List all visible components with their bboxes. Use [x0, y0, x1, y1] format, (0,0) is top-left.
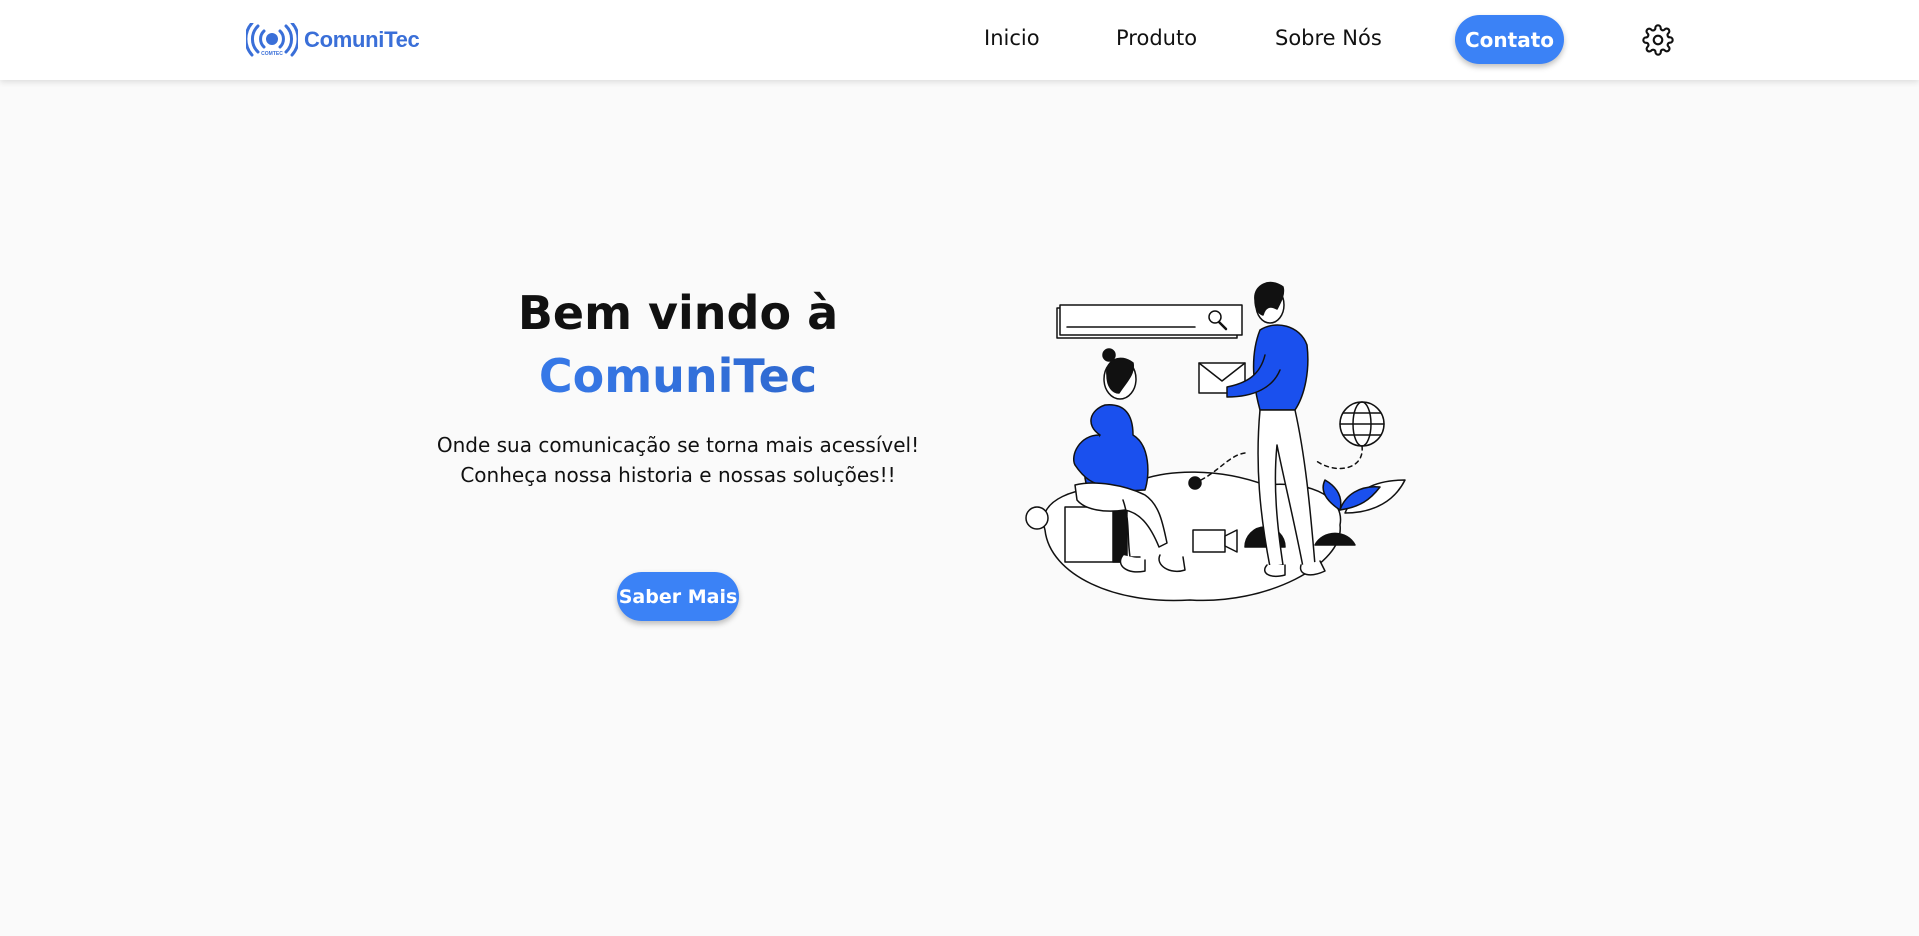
hero-title-brand: ComuniTec [378, 349, 978, 403]
logo-text: ComuniTec [304, 27, 420, 52]
hero-title-line1: Bem vindo à [517, 286, 839, 340]
contact-button[interactable]: Contato [1455, 15, 1564, 64]
nav-link-inicio[interactable]: Inicio [984, 26, 1040, 50]
broadcast-icon: COMTEC [246, 23, 298, 57]
hero-subtitle-line1: Onde sua comunicação se torna mais acess… [436, 433, 920, 457]
gear-icon[interactable] [1642, 24, 1674, 56]
nav-link-sobre-nos[interactable]: Sobre Nós [1275, 26, 1382, 50]
logo-link[interactable]: COMTEC ComuniTec [246, 20, 420, 60]
logo-mark-text: COMTEC [261, 51, 283, 57]
hero-subtitle-line2: Conheça nossa historia e nossas soluções… [460, 463, 896, 487]
hero-illustration [1025, 281, 1406, 602]
nav-link-produto[interactable]: Produto [1116, 26, 1197, 50]
saber-mais-button[interactable]: Saber Mais [617, 572, 739, 621]
navbar: COMTEC ComuniTec Inicio Produto Sobre Nó… [0, 0, 1919, 80]
